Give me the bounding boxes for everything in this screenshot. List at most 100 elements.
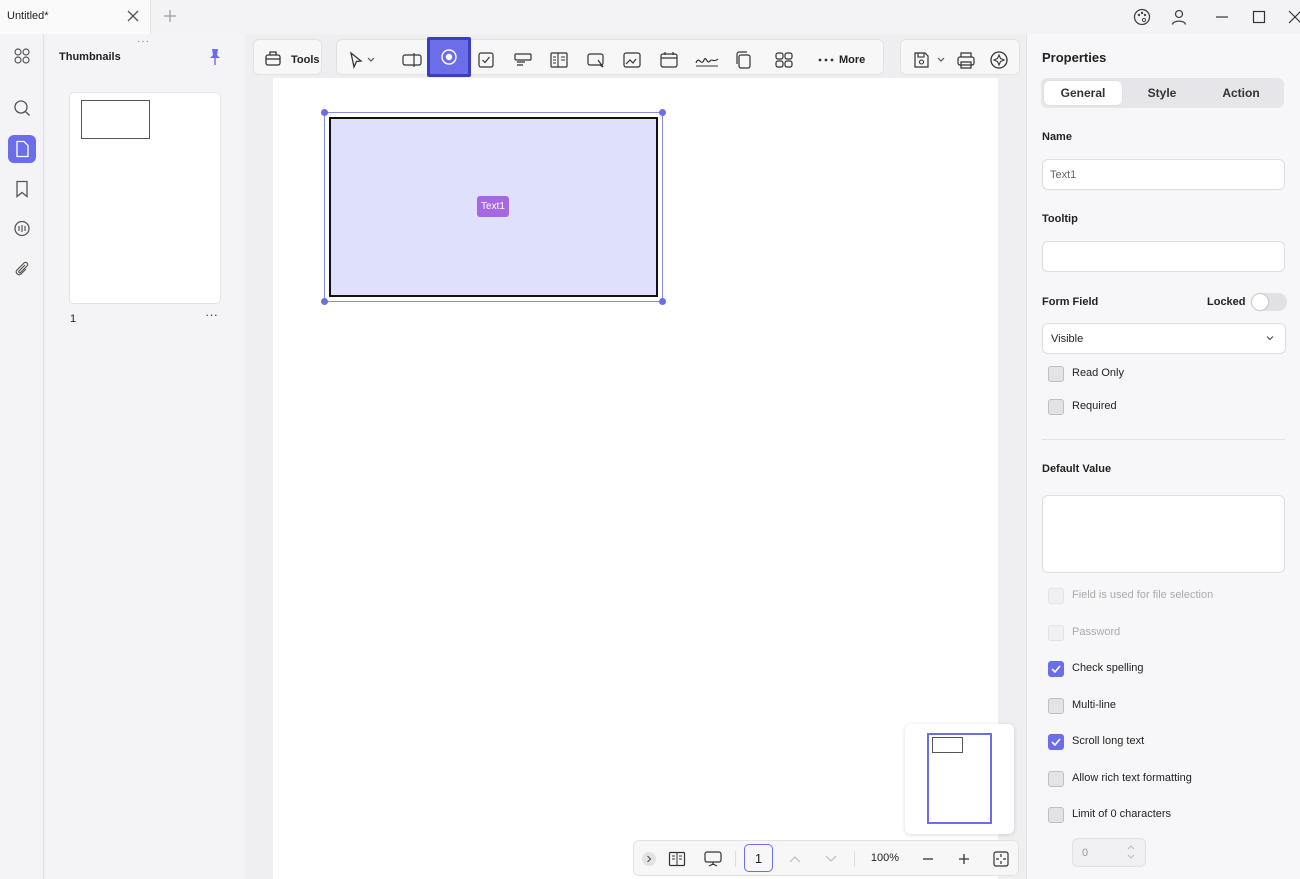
radio-button-tool-button[interactable] bbox=[427, 37, 471, 77]
tools-button[interactable]: Tools bbox=[253, 39, 322, 75]
thumbnail-field-preview bbox=[81, 100, 150, 139]
read-only-checkbox[interactable] bbox=[1048, 366, 1064, 382]
resize-handle-bottom-left[interactable] bbox=[321, 298, 328, 305]
next-page-button[interactable] bbox=[821, 849, 841, 869]
previous-page-button[interactable] bbox=[785, 849, 805, 869]
page-minimap[interactable] bbox=[905, 724, 1014, 834]
name-input[interactable]: Text1 bbox=[1042, 159, 1285, 190]
zoom-level-input[interactable]: 100% bbox=[864, 847, 906, 869]
save-icon bbox=[914, 52, 929, 68]
fit-to-screen-icon bbox=[993, 851, 1009, 867]
resize-handle-top-right[interactable] bbox=[659, 109, 666, 116]
select-tool-dropdown[interactable] bbox=[365, 49, 377, 71]
minimize-icon[interactable] bbox=[1213, 8, 1231, 26]
collapse-bar-button[interactable] bbox=[639, 849, 659, 869]
chevron-down-icon bbox=[937, 57, 945, 62]
combo-box-tool-button[interactable] bbox=[512, 49, 534, 71]
presentation-button[interactable] bbox=[703, 849, 723, 869]
maximize-icon[interactable] bbox=[1250, 8, 1268, 26]
tab-style[interactable]: Style bbox=[1123, 81, 1201, 105]
list-box-tool-button[interactable] bbox=[548, 49, 570, 71]
page-thumbnails-icon bbox=[16, 140, 29, 158]
minimap-viewport[interactable] bbox=[927, 733, 992, 824]
file-selection-checkbox bbox=[1048, 588, 1064, 604]
rail-bookmarks-button[interactable] bbox=[8, 175, 36, 203]
close-tab-icon[interactable] bbox=[126, 9, 140, 23]
radio-button-icon bbox=[441, 49, 457, 65]
rail-apps-button[interactable] bbox=[8, 42, 36, 70]
separator bbox=[735, 851, 736, 867]
save-dropdown[interactable] bbox=[935, 49, 947, 71]
bookmark-icon bbox=[16, 180, 28, 198]
calendar-icon bbox=[660, 52, 678, 68]
pin-icon[interactable] bbox=[207, 48, 223, 66]
signature-tool-button[interactable] bbox=[694, 49, 720, 71]
list-box-icon bbox=[550, 52, 568, 68]
close-window-icon[interactable] bbox=[1286, 8, 1300, 26]
ai-assistant-icon bbox=[990, 51, 1008, 69]
arrange-grid-button[interactable] bbox=[773, 49, 795, 71]
fit-page-button[interactable] bbox=[991, 849, 1011, 869]
panel-resize-grip[interactable]: ··· bbox=[137, 36, 150, 47]
push-button-icon bbox=[587, 53, 604, 68]
required-checkbox[interactable] bbox=[1048, 399, 1064, 415]
properties-panel: Properties General Style Action Name Tex… bbox=[1026, 34, 1300, 879]
page-thumbnail[interactable] bbox=[70, 93, 220, 303]
thumbnail-more-button[interactable]: ··· bbox=[205, 307, 218, 322]
char-limit-checkbox[interactable] bbox=[1048, 807, 1064, 823]
minimap-field-preview bbox=[932, 737, 963, 753]
zoom-in-button[interactable] bbox=[954, 849, 974, 869]
checkbox-tool-button[interactable] bbox=[475, 49, 497, 71]
check-spelling-checkbox[interactable] bbox=[1048, 661, 1064, 677]
properties-tabs: General Style Action bbox=[1041, 78, 1284, 108]
password-checkbox bbox=[1048, 625, 1064, 641]
resize-handle-top-left[interactable] bbox=[321, 109, 328, 116]
default-value-textarea[interactable] bbox=[1042, 495, 1285, 573]
rail-thumbnails-button[interactable] bbox=[8, 135, 36, 163]
stepper-arrows-icon[interactable] bbox=[1127, 843, 1135, 861]
title-bar: Untitled* bbox=[0, 0, 1300, 34]
rich-text-checkbox[interactable] bbox=[1048, 771, 1064, 787]
resize-handle-bottom-right[interactable] bbox=[659, 298, 666, 305]
rail-comments-button[interactable] bbox=[8, 215, 36, 243]
page-number-input[interactable]: 1 bbox=[744, 844, 773, 872]
more-button[interactable]: More bbox=[839, 54, 865, 66]
rail-search-button[interactable] bbox=[8, 94, 36, 122]
required-label: Required bbox=[1072, 400, 1117, 412]
form-tools-group: More bbox=[336, 39, 884, 75]
tab-general[interactable]: General bbox=[1044, 81, 1122, 105]
theme-palette-icon[interactable] bbox=[1133, 8, 1151, 26]
duplicate-field-button[interactable] bbox=[733, 49, 755, 71]
cursor-arrow-icon bbox=[349, 51, 363, 69]
save-button[interactable] bbox=[910, 49, 932, 71]
name-label: Name bbox=[1042, 131, 1072, 143]
locked-toggle[interactable] bbox=[1251, 293, 1287, 311]
tooltip-input[interactable] bbox=[1042, 241, 1285, 272]
print-button[interactable] bbox=[955, 49, 977, 71]
form-toolbar: Tools More bbox=[250, 36, 1022, 78]
presentation-icon bbox=[704, 851, 722, 867]
char-limit-stepper[interactable]: 0 bbox=[1072, 838, 1146, 867]
button-tool-button[interactable] bbox=[585, 49, 607, 71]
new-tab-icon[interactable] bbox=[163, 9, 177, 23]
grid-apps-icon bbox=[14, 48, 30, 64]
paperclip-icon bbox=[15, 261, 29, 276]
zoom-out-button[interactable] bbox=[918, 849, 938, 869]
multi-line-checkbox[interactable] bbox=[1048, 698, 1064, 714]
ai-assistant-button[interactable] bbox=[988, 49, 1010, 71]
locked-label: Locked bbox=[1207, 296, 1246, 308]
document-tab[interactable]: Untitled* bbox=[0, 0, 151, 34]
select-tool-button[interactable] bbox=[345, 49, 367, 71]
rail-attachments-button[interactable] bbox=[8, 255, 36, 283]
tab-action[interactable]: Action bbox=[1202, 81, 1280, 105]
page-layout-button[interactable] bbox=[667, 849, 687, 869]
date-field-tool-button[interactable] bbox=[658, 49, 680, 71]
account-icon[interactable] bbox=[1170, 8, 1188, 26]
combo-box-icon bbox=[514, 53, 532, 66]
visibility-select[interactable]: Visible bbox=[1042, 323, 1286, 354]
scroll-long-text-label: Scroll long text bbox=[1072, 735, 1145, 747]
file-selection-label: Field is used for file selection bbox=[1072, 589, 1214, 601]
image-field-tool-button[interactable] bbox=[621, 49, 643, 71]
text-field-tool-button[interactable] bbox=[401, 49, 423, 71]
scroll-long-text-checkbox[interactable] bbox=[1048, 734, 1064, 750]
